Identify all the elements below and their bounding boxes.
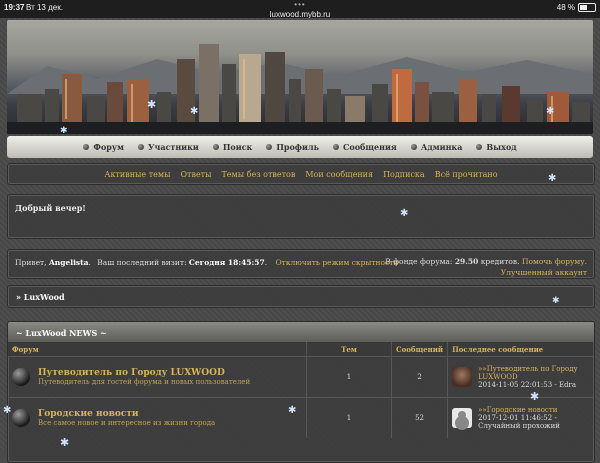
welcome-title: Добрый вечер! (15, 203, 86, 213)
forum-status-icon (12, 368, 30, 386)
topics-count: 1 (306, 397, 392, 438)
breadcrumb-link[interactable]: » LuxWood (16, 292, 65, 302)
link-mark-read[interactable]: Всё прочитано (435, 170, 498, 179)
help-forum-link[interactable]: Помочь форуму. (522, 257, 587, 266)
tab-dots-icon[interactable]: ••• (0, 0, 600, 9)
bullet-icon (83, 144, 90, 150)
nav-users[interactable]: Участники (137, 142, 199, 152)
nav-logout[interactable]: Выход (476, 142, 517, 152)
forum-page: Форум Участники Поиск Профиль Сообщения … (0, 18, 600, 463)
premium-account-link[interactable]: Улучшенный аккаунт (501, 268, 587, 277)
category-title[interactable]: ~ LuxWood NEWS ~ (16, 328, 107, 338)
user-greeting-line: Привет, Angelista. Ваш последний визит: … (15, 258, 399, 267)
forum-category: ~ LuxWood NEWS ~ Форум Тем Сообщений Пос… (7, 321, 595, 463)
battery-icon (578, 3, 596, 12)
bullet-icon (137, 144, 144, 150)
main-nav: Форум Участники Поиск Профиль Сообщения … (7, 136, 593, 158)
city-skyline-graphic (17, 44, 590, 134)
breadcrumb: » LuxWood (7, 285, 595, 308)
bullet-icon (410, 144, 417, 150)
forum-name[interactable]: Путеводитель по Городу LUXWOOD (38, 368, 250, 378)
link-my-posts[interactable]: Мои сообщения (305, 170, 373, 179)
nav-label: Профиль (276, 142, 320, 152)
default-avatar-icon[interactable] (452, 408, 473, 428)
battery-indicator: 48 % (557, 3, 596, 12)
user-info-panel: Привет, Angelista. Ваш последний визит: … (7, 249, 595, 279)
nav-label: Выход (486, 142, 517, 152)
link-active-topics[interactable]: Активные темы (104, 170, 170, 179)
username[interactable]: Angelista (49, 258, 89, 267)
forum-cell: Путеводитель по Городу LUXWOOD Путеводит… (8, 356, 307, 398)
quick-links-bar: Активные темы Ответы Темы без ответов Мо… (7, 163, 595, 185)
bullet-icon (212, 144, 219, 150)
fund-value: 29.50 (454, 257, 479, 266)
category-header: ~ LuxWood NEWS ~ (8, 322, 594, 342)
bullet-icon (333, 144, 340, 150)
last-visit-label: Ваш последний визит: (97, 258, 187, 267)
nav-profile[interactable]: Профиль (266, 142, 319, 152)
forum-name[interactable]: Городские новости (38, 409, 215, 419)
last-post-meta: 2014-11-05 22:01:53 - Edra (478, 381, 577, 389)
topics-count: 1 (306, 356, 392, 398)
fund-unit: кредитов. (480, 257, 520, 266)
nav-search[interactable]: Поиск (212, 142, 253, 152)
col-forum: Форум (8, 342, 307, 357)
last-post-cell: »»Городские новости 2017-12-01 11:46:52 … (447, 397, 594, 438)
posts-count: 2 (391, 356, 449, 398)
forum-description: Путеводитель для гостей форума и новых п… (38, 378, 251, 386)
forum-status-icon (12, 409, 30, 427)
col-last-post: Последнее сообщение (447, 342, 594, 357)
battery-text: 48 % (556, 3, 575, 12)
status-bar: 19:37 Вт 13 дек. ••• luxwood.mybb.ru 48 … (0, 0, 600, 19)
forum-description: Все самое новое и интересное из жизни го… (38, 419, 216, 427)
last-post-link[interactable]: »»Путеводитель по Городу LUXWOOD (478, 365, 589, 381)
table-row: Путеводитель по Городу LUXWOOD Путеводит… (8, 356, 594, 398)
greeting-text: Привет, (15, 258, 47, 267)
link-subscriptions[interactable]: Подписка (383, 170, 425, 179)
header-banner (7, 20, 593, 134)
col-posts: Сообщений (391, 342, 449, 357)
link-replies[interactable]: Ответы (180, 170, 211, 179)
nav-label: Форум (93, 142, 124, 152)
posts-count: 52 (391, 397, 449, 438)
last-post-cell: »»Путеводитель по Городу LUXWOOD 2014-11… (447, 356, 594, 398)
hidden-mode-link[interactable]: Отключить режим скрытности (276, 258, 399, 267)
link-unanswered[interactable]: Темы без ответов (221, 170, 295, 179)
last-visit-value: Сегодня 18:45:57 (188, 258, 265, 267)
nav-label: Сообщения (343, 142, 397, 152)
bullet-icon (266, 144, 273, 150)
nav-label: Поиск (222, 142, 253, 152)
ground-graphic (7, 122, 593, 134)
last-post-link[interactable]: »»Городские новости (478, 406, 589, 414)
bullet-icon (476, 144, 483, 150)
table-header-row: Форум Тем Сообщений Последнее сообщение (8, 342, 594, 357)
forum-table: Форум Тем Сообщений Последнее сообщение … (8, 342, 594, 438)
avatar[interactable] (452, 367, 473, 387)
last-post-meta: 2017-12-01 11:46:52 - Случайный прохожий (478, 414, 560, 430)
table-row: Городские новости Все самое новое и инте… (8, 397, 594, 438)
forum-cell: Городские новости Все самое новое и инте… (8, 397, 307, 438)
battery-fill (580, 5, 587, 10)
nav-forum[interactable]: Форум (83, 142, 124, 152)
welcome-panel: Добрый вечер! (7, 194, 595, 239)
nav-messages[interactable]: Сообщения (333, 142, 397, 152)
forum-fund: В фонде форума: 29.50 кредитов. Помочь ф… (385, 256, 587, 278)
nav-admin[interactable]: Админка (410, 142, 463, 152)
nav-label: Админка (420, 142, 463, 152)
nav-label: Участники (147, 142, 199, 152)
col-topics: Тем (306, 342, 392, 357)
fund-label: В фонде форума: (385, 257, 453, 266)
